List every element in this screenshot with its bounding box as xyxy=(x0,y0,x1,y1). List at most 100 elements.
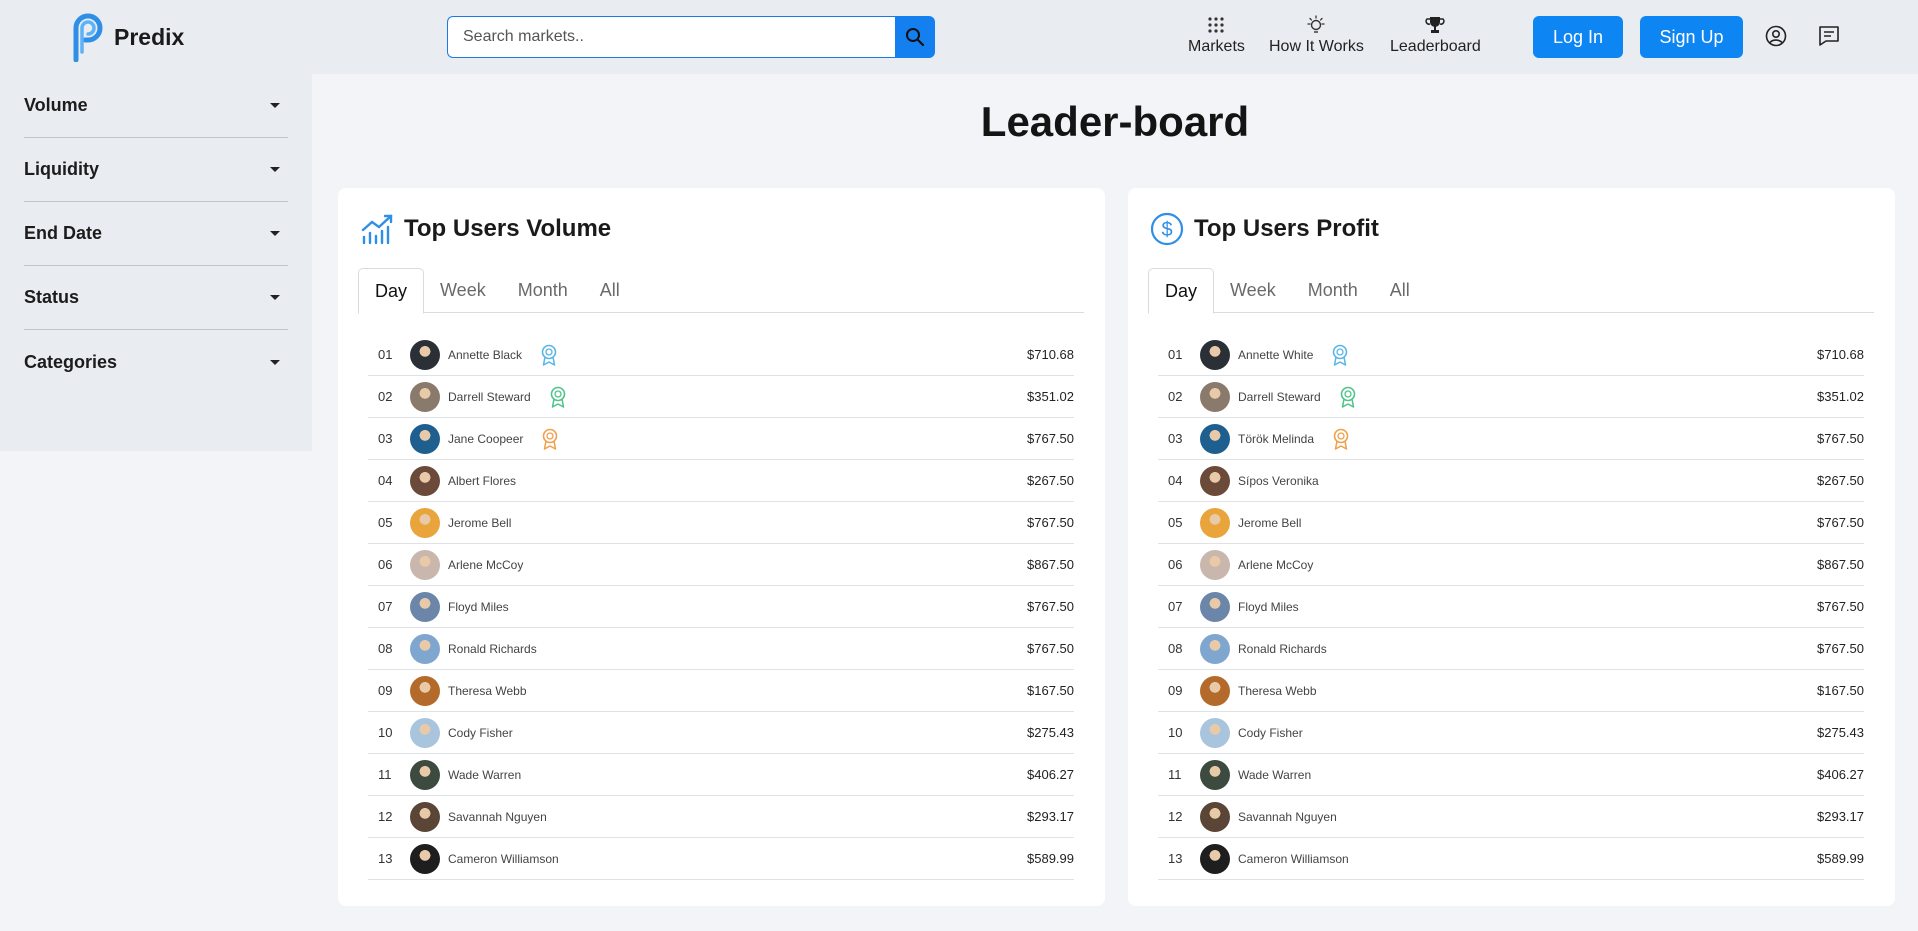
user-name[interactable]: Ronald Richards xyxy=(448,642,537,656)
signup-button[interactable]: Sign Up xyxy=(1640,16,1743,58)
avatar xyxy=(410,717,440,748)
medal-icon xyxy=(541,344,557,366)
user-name[interactable]: Wade Warren xyxy=(448,768,521,782)
table-row[interactable]: 01 Annette White $710.68 xyxy=(1158,334,1864,376)
filter-volume[interactable]: Volume xyxy=(24,74,288,138)
table-row[interactable]: 01 Annette Black $710.68 xyxy=(368,334,1074,376)
amount-value: $867.50 xyxy=(1817,557,1864,572)
avatar xyxy=(410,423,440,454)
user-name[interactable]: Török Melinda xyxy=(1238,432,1314,446)
table-row[interactable]: 09 Theresa Webb $167.50 xyxy=(368,670,1074,712)
table-row[interactable]: 06 Arlene McCoy $867.50 xyxy=(368,544,1074,586)
nav-markets-label: Markets xyxy=(1188,38,1245,55)
avatar xyxy=(1200,759,1230,790)
nav-markets[interactable]: Markets xyxy=(1188,15,1245,56)
svg-text:$: $ xyxy=(1161,219,1172,241)
tab-month[interactable]: Month xyxy=(1292,268,1374,313)
user-name[interactable]: Albert Flores xyxy=(448,474,516,488)
amount-value: $275.43 xyxy=(1027,725,1074,740)
filter-categories[interactable]: Categories xyxy=(24,330,288,394)
table-row[interactable]: 06 Arlene McCoy $867.50 xyxy=(1158,544,1864,586)
chat-icon[interactable] xyxy=(1818,25,1840,47)
medal-icon xyxy=(1333,428,1349,450)
user-name[interactable]: Savannah Nguyen xyxy=(1238,810,1337,824)
amount-value: $767.50 xyxy=(1817,431,1864,446)
tab-week[interactable]: Week xyxy=(424,268,502,313)
user-name[interactable]: Jerome Bell xyxy=(1238,516,1301,530)
user-name[interactable]: Cameron Williamson xyxy=(448,852,559,866)
user-name[interactable]: Arlene McCoy xyxy=(448,558,523,572)
rank-number: 07 xyxy=(1168,599,1183,614)
rank-number: 03 xyxy=(378,431,393,446)
user-account-icon[interactable] xyxy=(1765,25,1787,47)
filter-liquidity[interactable]: Liquidity xyxy=(24,138,288,202)
table-row[interactable]: 13 Cameron Williamson $589.99 xyxy=(368,838,1074,880)
user-name[interactable]: Arlene McCoy xyxy=(1238,558,1313,572)
nav-leaderboard[interactable]: Leaderboard xyxy=(1390,15,1481,56)
table-row[interactable]: 04 Sípos Veronika $267.50 xyxy=(1158,460,1864,502)
user-name[interactable]: Sípos Veronika xyxy=(1238,474,1319,488)
table-row[interactable]: 05 Jerome Bell $767.50 xyxy=(368,502,1074,544)
user-name[interactable]: Annette Black xyxy=(448,348,522,362)
caret-down-icon xyxy=(270,231,280,236)
user-name[interactable]: Darrell Steward xyxy=(1238,390,1321,404)
logo-icon xyxy=(73,13,103,62)
amount-value: $767.50 xyxy=(1027,515,1074,530)
table-row[interactable]: 12 Savannah Nguyen $293.17 xyxy=(1158,796,1864,838)
logo[interactable]: Predix xyxy=(70,12,184,62)
nav-leaderboard-label: Leaderboard xyxy=(1390,38,1481,55)
filter-end-date[interactable]: End Date xyxy=(24,202,288,266)
table-row[interactable]: 07 Floyd Miles $767.50 xyxy=(1158,586,1864,628)
tab-week[interactable]: Week xyxy=(1214,268,1292,313)
table-row[interactable]: 08 Ronald Richards $767.50 xyxy=(1158,628,1864,670)
table-row[interactable]: 10 Cody Fisher $275.43 xyxy=(1158,712,1864,754)
user-name[interactable]: Ronald Richards xyxy=(1238,642,1327,656)
user-name[interactable]: Floyd Miles xyxy=(1238,600,1299,614)
user-name[interactable]: Jerome Bell xyxy=(448,516,511,530)
user-name[interactable]: Cody Fisher xyxy=(1238,726,1303,740)
table-row[interactable]: 03 Török Melinda $767.50 xyxy=(1158,418,1864,460)
user-name[interactable]: Theresa Webb xyxy=(448,684,527,698)
user-name[interactable]: Cody Fisher xyxy=(448,726,513,740)
avatar xyxy=(1200,465,1230,496)
period-tabs: Day Week Month All xyxy=(1148,268,1874,314)
table-row[interactable]: 05 Jerome Bell $767.50 xyxy=(1158,502,1864,544)
table-row[interactable]: 03 Jane Coopeer $767.50 xyxy=(368,418,1074,460)
table-row[interactable]: 12 Savannah Nguyen $293.17 xyxy=(368,796,1074,838)
top-users-volume-card: Top Users Volume Day Week Month All 01 An… xyxy=(338,188,1105,906)
user-name[interactable]: Darrell Steward xyxy=(448,390,531,404)
rank-number: 03 xyxy=(1168,431,1183,446)
table-row[interactable]: 09 Theresa Webb $167.50 xyxy=(1158,670,1864,712)
table-row[interactable]: 08 Ronald Richards $767.50 xyxy=(368,628,1074,670)
nav-how-it-works[interactable]: How It Works xyxy=(1269,15,1364,56)
table-row[interactable]: 07 Floyd Miles $767.50 xyxy=(368,586,1074,628)
user-name[interactable]: Annette White xyxy=(1238,348,1313,362)
user-name[interactable]: Savannah Nguyen xyxy=(448,810,547,824)
rank-number: 13 xyxy=(378,851,393,866)
login-button[interactable]: Log In xyxy=(1533,16,1623,58)
rank-number: 11 xyxy=(378,767,392,782)
tab-all[interactable]: All xyxy=(584,268,636,313)
table-row[interactable]: 13 Cameron Williamson $589.99 xyxy=(1158,838,1864,880)
tab-all[interactable]: All xyxy=(1374,268,1426,313)
table-row[interactable]: 11 Wade Warren $406.27 xyxy=(368,754,1074,796)
table-row[interactable]: 11 Wade Warren $406.27 xyxy=(1158,754,1864,796)
user-name[interactable]: Floyd Miles xyxy=(448,600,509,614)
tab-day[interactable]: Day xyxy=(358,268,425,314)
filter-status[interactable]: Status xyxy=(24,266,288,330)
table-row[interactable]: 02 Darrell Steward $351.02 xyxy=(368,376,1074,418)
user-name[interactable]: Wade Warren xyxy=(1238,768,1311,782)
search-input[interactable] xyxy=(447,16,895,58)
table-row[interactable]: 02 Darrell Steward $351.02 xyxy=(1158,376,1864,418)
tab-month[interactable]: Month xyxy=(502,268,584,313)
tab-day[interactable]: Day xyxy=(1148,268,1215,314)
user-name[interactable]: Theresa Webb xyxy=(1238,684,1317,698)
user-name[interactable]: Cameron Williamson xyxy=(1238,852,1349,866)
table-row[interactable]: 04 Albert Flores $267.50 xyxy=(368,460,1074,502)
user-name[interactable]: Jane Coopeer xyxy=(448,432,523,446)
amount-value: $267.50 xyxy=(1817,473,1864,488)
avatar xyxy=(1200,423,1230,454)
search-button[interactable] xyxy=(895,16,935,58)
avatar xyxy=(1200,381,1230,412)
table-row[interactable]: 10 Cody Fisher $275.43 xyxy=(368,712,1074,754)
